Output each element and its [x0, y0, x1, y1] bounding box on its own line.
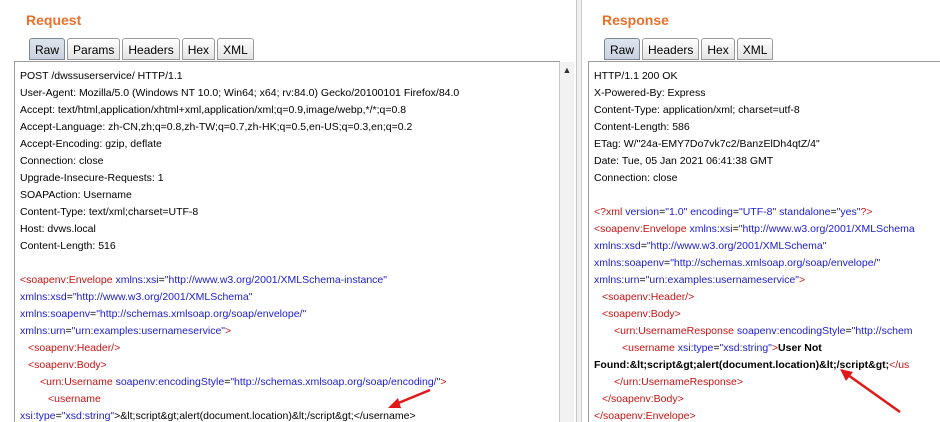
xml-line: <soapenv:Envelope xmlns:xsi="http://www.…	[594, 223, 915, 235]
split-divider[interactable]	[576, 0, 582, 422]
response-header-line: Content-Type: application/xml; charset=u…	[594, 104, 800, 116]
request-tab-headers[interactable]: Headers	[122, 38, 180, 60]
request-tab-params[interactable]: Params	[67, 38, 121, 60]
xml-line: <soapenv:Header/>	[28, 342, 121, 354]
request-editor[interactable]: POST /dwssuserservice/ HTTP/1.1 User-Age…	[14, 62, 558, 422]
xml-line: </soapenv:Envelope>	[594, 410, 696, 422]
xml-line: <soapenv:Body>	[602, 308, 681, 320]
request-header-line: Accept-Encoding: gzip, deflate	[20, 138, 162, 150]
request-title: Request	[26, 12, 82, 28]
request-panel: Request Raw Params Headers Hex XML POST …	[0, 0, 574, 422]
xml-line: xmlns:soapenv="http://schemas.xmlsoap.or…	[20, 308, 307, 320]
response-tab-raw[interactable]: Raw	[604, 38, 641, 60]
request-tabbar: Raw Params Headers Hex XML	[29, 38, 256, 62]
request-tab-xml[interactable]: XML	[217, 38, 254, 60]
response-header-line: Connection: close	[594, 172, 678, 184]
request-header-line: Content-Type: text/xml;charset=UTF-8	[20, 206, 199, 218]
response-tab-headers[interactable]: Headers	[642, 38, 700, 60]
xml-payload-line: xsi:type="xsd:string">&lt;script&gt;aler…	[20, 410, 416, 422]
response-tab-xml[interactable]: XML	[736, 38, 774, 60]
response-tabbar: Raw Headers Hex XML	[604, 38, 775, 62]
response-header-line: X-Powered-By: Express	[594, 87, 706, 99]
response-tab-hex[interactable]: Hex	[701, 38, 735, 60]
xml-line: xmlns:urn="urn:examples:usernameservice"…	[594, 274, 806, 286]
request-scrollbar[interactable]: ▲	[559, 62, 574, 422]
request-header-line: Accept-Language: zh-CN,zh;q=0.8,zh-TW;q=…	[20, 121, 413, 133]
response-panel: Response Raw Headers Hex XML HTTP/1.1 20…	[584, 0, 940, 422]
xml-line: xmlns:urn="urn:examples:usernameservice"…	[20, 325, 232, 337]
request-tab-raw[interactable]: Raw	[29, 38, 66, 60]
request-header-line: SOAPAction: Username	[20, 189, 132, 201]
request-header-line: User-Agent: Mozilla/5.0 (Windows NT 10.0…	[20, 87, 460, 99]
request-header-line: Connection: close	[20, 155, 104, 167]
response-title: Response	[602, 12, 669, 28]
xml-line: <soapenv:Header/>	[602, 291, 695, 303]
request-header-line: Host: dvws.local	[20, 223, 96, 235]
xml-line: <username xsi:type="xsd:string">User Not	[622, 342, 822, 354]
xml-line: xmlns:xsd="http://www.w3.org/2001/XMLSch…	[594, 240, 827, 252]
request-tab-hex[interactable]: Hex	[181, 38, 216, 60]
xml-line: <username	[48, 393, 101, 405]
xml-found-line: Found:&lt;script&gt;alert(document.locat…	[594, 359, 910, 371]
xml-line: </urn:UsernameResponse>	[614, 376, 743, 388]
request-header-line: Content-Length: 516	[20, 240, 116, 252]
scroll-up-arrow-icon[interactable]: ▲	[560, 64, 574, 76]
xml-line: <soapenv:Body>	[28, 359, 107, 371]
xml-line: </soapenv:Body>	[602, 393, 684, 405]
xml-line: xmlns:xsd="http://www.w3.org/2001/XMLSch…	[20, 291, 253, 303]
request-header-line: Upgrade-Insecure-Requests: 1	[20, 172, 164, 184]
response-header-line: Date: Tue, 05 Jan 2021 06:41:38 GMT	[594, 155, 774, 167]
xml-line: <?xml version="1.0" encoding="UTF-8" sta…	[594, 206, 873, 218]
response-header-line: HTTP/1.1 200 OK	[594, 70, 678, 82]
request-header-line: POST /dwssuserservice/ HTTP/1.1	[20, 70, 183, 82]
xml-line: <urn:Username soapenv:encodingStyle="htt…	[40, 376, 447, 388]
xml-line: <urn:UsernameResponse soapenv:encodingSt…	[614, 325, 913, 337]
xml-line: <soapenv:Envelope xmlns:xsi="http://www.…	[20, 274, 387, 286]
xml-line: xmlns:soapenv="http://schemas.xmlsoap.or…	[594, 257, 881, 269]
response-header-line: Content-Length: 586	[594, 121, 690, 133]
response-header-line: ETag: W/"24a-EMY7Do7vk7c2/BanzElDh4qtZ/4…	[594, 138, 820, 150]
request-header-line: Accept: text/html,application/xhtml+xml,…	[20, 104, 407, 116]
response-editor[interactable]: HTTP/1.1 200 OK X-Powered-By: Express Co…	[588, 62, 940, 422]
